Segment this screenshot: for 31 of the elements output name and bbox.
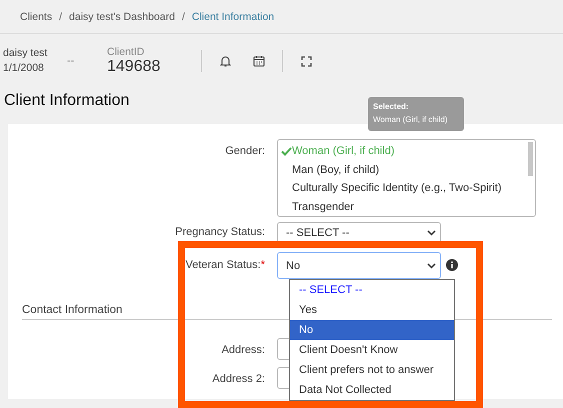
bell-icon[interactable]: [218, 54, 232, 68]
dropdown-option[interactable]: No: [290, 320, 454, 340]
listbox-option[interactable]: Culturally Specific Identity (e.g., Two-Spirit): [281, 179, 535, 198]
fullscreen-icon[interactable]: [299, 54, 313, 68]
breadcrumb-link[interactable]: Clients: [20, 10, 52, 22]
field-label: Address 2:: [211, 372, 266, 387]
breadcrumb-separator: /: [182, 10, 185, 22]
info-icon[interactable]: [446, 259, 458, 271]
tooltip: Selected: Woman (Girl, if child): [368, 97, 464, 131]
client-dob: 1/1/2008: [3, 61, 45, 76]
chevron-down-icon: [427, 262, 436, 268]
client-id-value: 149688: [107, 58, 162, 76]
dash-text: --: [67, 55, 76, 67]
checkmark-icon: [281, 146, 292, 156]
listbox-option[interactable]: Man (Boy, if child): [281, 160, 535, 179]
gender-listbox[interactable]: Woman (Girl, if child) Man (Boy, if child) Culturally Specific Identity (e.g., Two-Spirit) Transgender: [277, 139, 536, 217]
breadcrumb-link[interactable]: daisy test's Dashboard: [69, 10, 175, 22]
breadcrumb-separator: /: [59, 10, 62, 22]
field-label: Address:: [220, 343, 266, 358]
veteran-select[interactable]: No: [277, 252, 441, 279]
chevron-down-icon: [427, 230, 436, 236]
field-label: Gender:: [224, 144, 266, 159]
calendar-icon[interactable]: [252, 54, 266, 68]
breadcrumb-link[interactable]: Client Information: [192, 10, 274, 22]
page-title: Client Information: [4, 92, 130, 111]
scrollbar-thumb[interactable]: [528, 142, 533, 176]
client-id-label: ClientID: [107, 46, 146, 58]
field-label: Pregnancy Status:: [174, 225, 266, 240]
field-label: Veteran Status:*: [184, 258, 266, 273]
listbox-option[interactable]: Transgender: [281, 198, 535, 216]
client-name: daisy test: [3, 46, 48, 61]
